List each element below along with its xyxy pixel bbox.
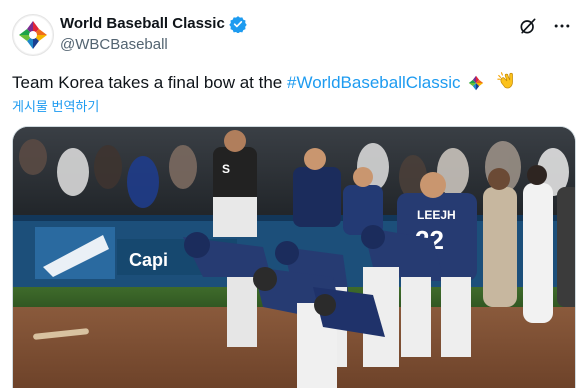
dugout-logo: S <box>222 162 230 176</box>
grok-icon[interactable] <box>518 16 538 36</box>
translate-post-link[interactable]: 게시물 번역하기 <box>12 96 99 115</box>
wbc-logo-icon <box>14 16 52 54</box>
hashtag-link[interactable]: #WorldBaseballClassic <box>287 73 461 92</box>
header-actions <box>518 16 572 36</box>
clapping-hands-emoji <box>496 70 518 98</box>
jersey-name: LEEJH <box>417 208 456 222</box>
baseball-scene-image: Capi S LEEJH 22 <box>13 127 575 388</box>
tweet-media-photo[interactable]: Capi S LEEJH 22 <box>12 126 576 388</box>
avatar[interactable] <box>12 14 54 56</box>
more-options-icon[interactable] <box>552 16 572 36</box>
account-handle[interactable]: @WBCBaseball <box>60 35 247 55</box>
verified-badge-icon <box>229 15 247 34</box>
account-names: World Baseball Classic @WBCBaseball <box>60 14 247 55</box>
tweet-text-body: Team Korea takes a final bow at the <box>12 73 287 92</box>
wbc-hashflag-icon <box>467 74 485 98</box>
board-text: Capi <box>129 250 168 270</box>
display-name[interactable]: World Baseball Classic <box>60 14 225 34</box>
tweet-text: Team Korea takes a final bow at the #Wor… <box>12 70 518 98</box>
tweet-header: World Baseball Classic @WBCBaseball <box>12 12 572 56</box>
